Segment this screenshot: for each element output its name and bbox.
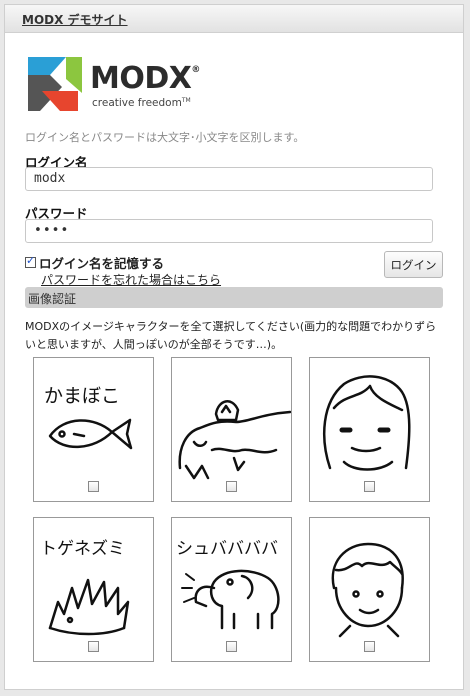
boy-drawing (331, 542, 404, 638)
remember-me-checkbox[interactable] (25, 254, 36, 268)
tile-caption: トゲネズミ (40, 539, 125, 559)
logo-tagline: creative freedomTM (92, 97, 191, 109)
girl-drawing (323, 375, 411, 471)
elephant-drawing: シュババババ (176, 539, 280, 630)
modx-logo: MODX® creative freedomTM (22, 53, 222, 115)
modx-logo-icon (28, 57, 82, 111)
remember-me-row: ログイン名を記憶する (25, 253, 164, 272)
captcha-tile-elephant[interactable]: シュババババ (171, 517, 292, 662)
animal-drawing (178, 400, 291, 480)
site-title-link[interactable]: MODX デモサイト (22, 11, 128, 28)
remember-me-label: ログイン名を記憶する (39, 256, 165, 271)
fish-drawing: かまぼこ (44, 385, 133, 450)
title-bar: MODX デモサイト (5, 5, 463, 33)
captcha-section-title: 画像認証 (28, 292, 77, 306)
tile-caption: かまぼこ (44, 385, 120, 407)
captcha-tile-hedgehog[interactable]: トゲネズミ (33, 517, 154, 662)
captcha-checkbox[interactable] (88, 481, 99, 492)
login-button[interactable]: ログイン (384, 251, 443, 278)
captcha-section-bar: 画像認証 (25, 287, 443, 308)
captcha-checkbox[interactable] (226, 481, 237, 492)
captcha-instructions: MODXのイメージキャラクターを全て選択してください(画力的な問題でわかりずらい… (25, 320, 437, 351)
hedgehog-drawing: トゲネズミ (40, 539, 130, 636)
username-input[interactable]: modx (25, 167, 433, 191)
captcha-checkbox[interactable] (226, 641, 237, 652)
tile-caption: シュババババ (176, 539, 278, 559)
captcha-tile-animal[interactable] (171, 357, 292, 502)
captcha-tile-fish[interactable]: かまぼこ (33, 357, 154, 502)
login-panel: MODX デモサイト MODX® creative freedomTM ログイン… (4, 4, 464, 690)
captcha-tile-boy[interactable] (309, 517, 430, 662)
logo-wordmark: MODX® (90, 61, 200, 96)
captcha-checkbox[interactable] (364, 481, 375, 492)
forgot-password-link[interactable]: パスワードを忘れた場合はこちら (41, 271, 221, 288)
case-sensitivity-note: ログイン名とパスワードは大文字･小文字を区別します。 (25, 131, 305, 144)
captcha-checkbox[interactable] (364, 641, 375, 652)
captcha-checkbox[interactable] (88, 641, 99, 652)
password-input[interactable]: •••• (25, 219, 433, 243)
captcha-tile-girl[interactable] (309, 357, 430, 502)
